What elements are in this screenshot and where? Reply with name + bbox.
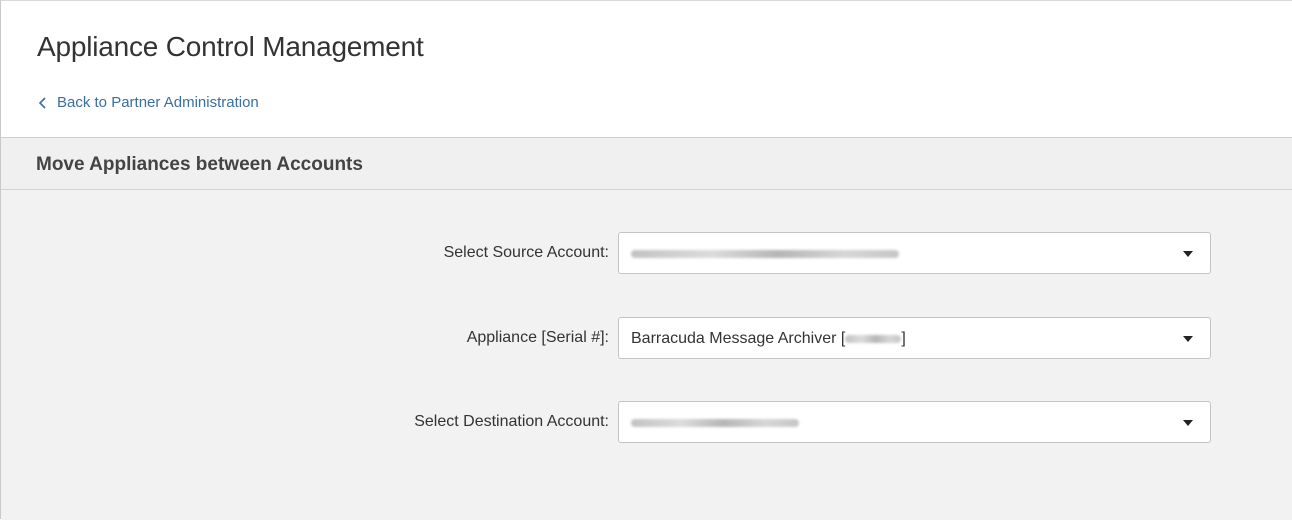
back-to-partner-admin-link[interactable]: Back to Partner Administration: [37, 94, 259, 111]
caret-down-icon: [1183, 420, 1193, 426]
source-account-select[interactable]: [618, 232, 1211, 274]
back-link-label[interactable]: Back to Partner Administration: [57, 94, 259, 111]
redacted-text: [631, 418, 799, 427]
chevron-left-icon: [38, 96, 46, 109]
appliance-select[interactable]: Barracuda Message Archiver []: [618, 317, 1211, 359]
redacted-serial: [845, 334, 902, 343]
move-appliance-form: Select Source Account: Appliance [Serial…: [1, 190, 1292, 520]
appliance-row: Appliance [Serial #]: Barracuda Message …: [1, 317, 1292, 359]
page-title: Appliance Control Management: [37, 31, 424, 62]
section-header: Move Appliances between Accounts: [1, 138, 1292, 190]
appliance-value-suffix: ]: [901, 330, 906, 347]
destination-account-row: Select Destination Account:: [1, 401, 1292, 443]
appliance-value-prefix: Barracuda Message Archiver [: [631, 330, 846, 347]
destination-account-select[interactable]: [618, 401, 1211, 443]
page-header: Appliance Control Management Back to Par…: [1, 1, 1292, 138]
section-title: Move Appliances between Accounts: [36, 154, 363, 175]
destination-account-label: Select Destination Account:: [414, 413, 609, 430]
source-account-row: Select Source Account:: [1, 232, 1292, 274]
appliance-value: Barracuda Message Archiver []: [631, 330, 906, 348]
source-account-label: Select Source Account:: [443, 244, 609, 261]
appliance-label: Appliance [Serial #]:: [466, 329, 609, 346]
caret-down-icon: [1183, 251, 1193, 257]
redacted-text: [631, 249, 899, 258]
caret-down-icon: [1183, 336, 1193, 342]
app-window: Appliance Control Management Back to Par…: [0, 0, 1292, 520]
source-account-value: [631, 245, 899, 263]
destination-account-value: [631, 414, 799, 432]
